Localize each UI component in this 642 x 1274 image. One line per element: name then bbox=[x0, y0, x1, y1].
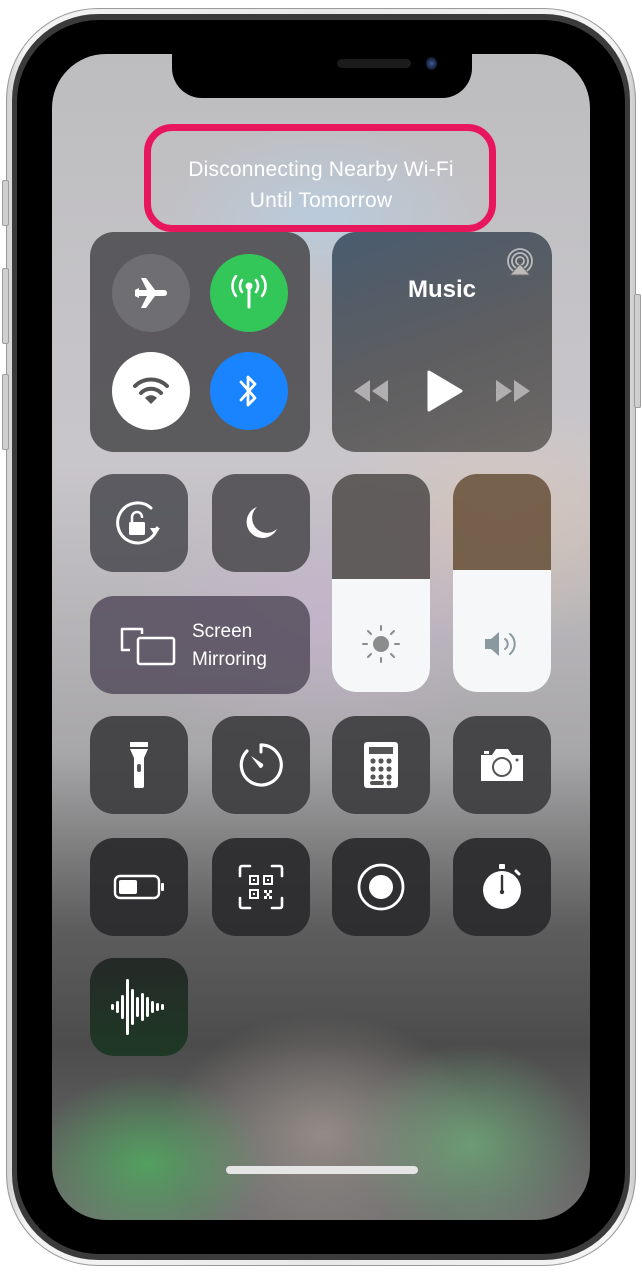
orientation-lock-toggle[interactable] bbox=[90, 474, 188, 572]
qr-code-icon bbox=[238, 864, 284, 910]
flashlight-icon bbox=[130, 742, 148, 788]
battery-icon bbox=[113, 874, 164, 900]
screen-mirroring-label: Screen Mirroring bbox=[192, 618, 267, 674]
notch bbox=[172, 54, 472, 98]
stopwatch-icon bbox=[483, 864, 521, 909]
screen-recording-button[interactable] bbox=[332, 838, 430, 936]
volume-slider[interactable] bbox=[453, 474, 551, 692]
airplane-mode-toggle[interactable] bbox=[112, 254, 190, 332]
waveform-icon bbox=[111, 979, 164, 1035]
moon-icon bbox=[246, 507, 277, 538]
camera-button[interactable] bbox=[453, 716, 551, 814]
music-title: Music bbox=[407, 276, 476, 303]
control-center-screen: Disconnecting Nearby Wi-Fi Until Tomorro… bbox=[52, 54, 590, 1220]
brightness-slider[interactable] bbox=[332, 474, 430, 692]
timer-button[interactable] bbox=[212, 716, 310, 814]
qr-code-scanner-button[interactable] bbox=[212, 838, 310, 936]
wifi-icon bbox=[133, 377, 169, 404]
volume-up-button bbox=[2, 268, 9, 344]
home-indicator[interactable] bbox=[226, 1166, 418, 1174]
side-button bbox=[634, 294, 641, 408]
screen-mirroring-label-line2: Mirroring bbox=[192, 649, 267, 670]
flashlight-button[interactable] bbox=[90, 716, 188, 814]
earpiece-speaker bbox=[337, 59, 411, 68]
play-icon[interactable] bbox=[426, 370, 464, 412]
fast-forward-icon[interactable] bbox=[494, 378, 532, 404]
airplane-icon bbox=[135, 278, 167, 308]
camera-icon bbox=[481, 749, 523, 781]
calculator-icon bbox=[364, 742, 398, 788]
front-camera bbox=[426, 57, 437, 70]
rotation-lock-icon bbox=[116, 501, 160, 545]
wifi-toggle[interactable] bbox=[112, 352, 190, 430]
cellular-data-toggle[interactable] bbox=[210, 254, 288, 332]
ring-silent-switch bbox=[2, 180, 9, 226]
bluetooth-icon bbox=[239, 375, 257, 407]
low-power-mode-button[interactable] bbox=[90, 838, 188, 936]
screen-mirroring-icon bbox=[120, 627, 176, 666]
timer-icon bbox=[239, 743, 283, 787]
speaker-icon bbox=[485, 632, 516, 656]
music-module[interactable]: Music bbox=[332, 232, 552, 452]
cellular-antenna-icon bbox=[231, 275, 267, 309]
connectivity-module bbox=[90, 232, 310, 452]
sun-icon bbox=[362, 625, 400, 663]
rewind-icon[interactable] bbox=[352, 378, 390, 404]
calculator-button[interactable] bbox=[332, 716, 430, 814]
wifi-status-line2: Until Tomorrow bbox=[249, 189, 393, 212]
bluetooth-toggle[interactable] bbox=[210, 352, 288, 430]
stopwatch-button[interactable] bbox=[453, 838, 551, 936]
do-not-disturb-toggle[interactable] bbox=[212, 474, 310, 572]
screen-mirroring-button[interactable]: Screen Mirroring bbox=[90, 596, 310, 694]
wifi-status-line1: Disconnecting Nearby Wi-Fi bbox=[188, 158, 454, 181]
screen-mirroring-label-line1: Screen bbox=[192, 621, 253, 642]
record-icon bbox=[357, 863, 405, 911]
voice-memos-button[interactable] bbox=[90, 958, 188, 1056]
wifi-status-banner: Disconnecting Nearby Wi-Fi Until Tomorro… bbox=[52, 154, 590, 216]
volume-down-button bbox=[2, 374, 9, 450]
airplay-audio-icon[interactable] bbox=[506, 248, 534, 276]
